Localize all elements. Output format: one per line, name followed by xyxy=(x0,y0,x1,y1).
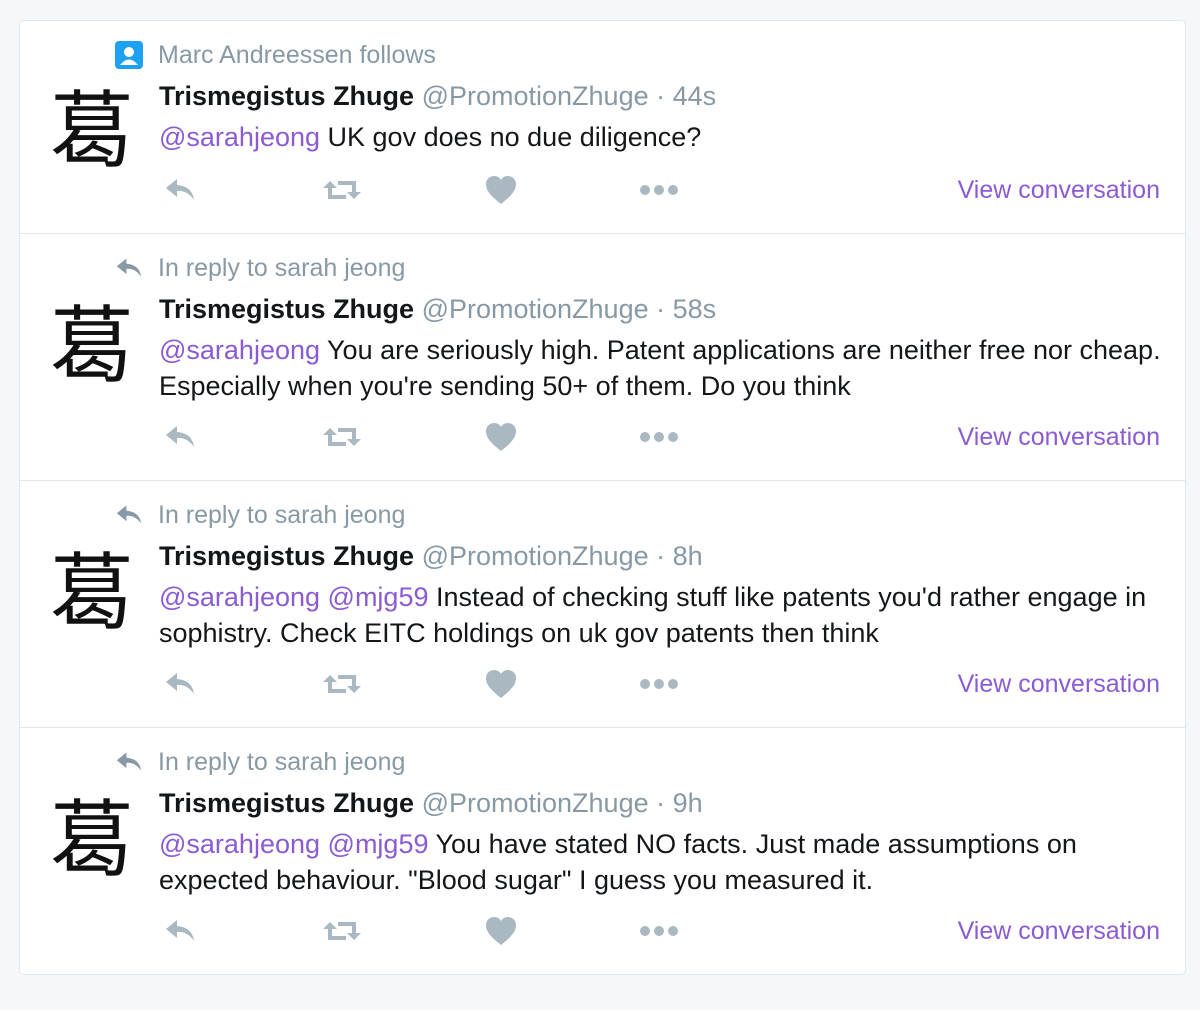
tweet-header: Trismegistus Zhuge @PromotionZhuge · 9h xyxy=(159,788,703,819)
tweet-header: Trismegistus Zhuge @PromotionZhuge · 58s xyxy=(159,294,716,325)
avatar[interactable]: 葛 xyxy=(50,83,134,179)
tweet-context: Marc Andreessen follows xyxy=(112,39,436,71)
tweet-timestamp[interactable]: 58s xyxy=(673,294,717,324)
avatar[interactable]: 葛 xyxy=(50,792,134,888)
reply-icon xyxy=(112,500,146,530)
mention-link[interactable]: @sarahjeong xyxy=(159,829,320,859)
tweet-context: In reply to sarah jeong xyxy=(112,252,405,284)
tweet-item[interactable]: Marc Andreessen follows 葛 Trismegistus Z… xyxy=(20,21,1185,233)
context-text: Marc Andreessen follows xyxy=(158,40,436,69)
tweet-timestamp[interactable]: 9h xyxy=(673,788,703,818)
person-icon xyxy=(112,40,146,70)
tweet-text: @sarahjeong @mjg59 You have stated NO fa… xyxy=(159,826,1169,898)
more-icon[interactable] xyxy=(639,420,679,454)
view-conversation-link[interactable]: View conversation xyxy=(958,173,1160,207)
tweet-actions: View conversation xyxy=(159,667,1185,701)
tweet-header: Trismegistus Zhuge @PromotionZhuge · 44s xyxy=(159,81,716,112)
tweet-item[interactable]: In reply to sarah jeong 葛 Trismegistus Z… xyxy=(20,480,1185,727)
mention-link[interactable]: @mjg59 xyxy=(328,829,429,859)
tweet-timeline: Marc Andreessen follows 葛 Trismegistus Z… xyxy=(19,20,1186,975)
tweet-body: UK gov does no due diligence? xyxy=(327,122,702,152)
tweet-text: @sarahjeong UK gov does no due diligence… xyxy=(159,119,1169,155)
more-icon[interactable] xyxy=(639,667,679,701)
tweet-timestamp[interactable]: 44s xyxy=(673,81,717,111)
mention-link[interactable]: @sarahjeong xyxy=(159,122,320,152)
tweet-item[interactable]: In reply to sarah jeong 葛 Trismegistus Z… xyxy=(20,727,1185,974)
author-name[interactable]: Trismegistus Zhuge xyxy=(159,788,414,818)
heart-icon[interactable] xyxy=(485,667,517,701)
heart-icon[interactable] xyxy=(485,914,517,948)
tweet-context: In reply to sarah jeong xyxy=(112,746,405,778)
author-handle[interactable]: @PromotionZhuge xyxy=(422,294,649,324)
author-handle[interactable]: @PromotionZhuge xyxy=(422,541,649,571)
retweet-icon[interactable] xyxy=(322,173,362,207)
author-name[interactable]: Trismegistus Zhuge xyxy=(159,541,414,571)
separator: · xyxy=(648,788,673,818)
heart-icon[interactable] xyxy=(485,420,517,454)
separator: · xyxy=(648,81,673,111)
reply-icon[interactable] xyxy=(163,420,197,454)
author-name[interactable]: Trismegistus Zhuge xyxy=(159,81,414,111)
retweet-icon[interactable] xyxy=(322,914,362,948)
author-handle[interactable]: @PromotionZhuge xyxy=(422,788,649,818)
tweet-timestamp[interactable]: 8h xyxy=(673,541,703,571)
tweet-context: In reply to sarah jeong xyxy=(112,499,405,531)
mention-link[interactable]: @sarahjeong xyxy=(159,335,320,365)
heart-icon[interactable] xyxy=(485,173,517,207)
tweet-item[interactable]: In reply to sarah jeong 葛 Trismegistus Z… xyxy=(20,233,1185,480)
tweet-text: @sarahjeong You are seriously high. Pate… xyxy=(159,332,1169,404)
more-icon[interactable] xyxy=(639,173,679,207)
context-text[interactable]: In reply to sarah jeong xyxy=(158,501,405,530)
separator: · xyxy=(648,541,673,571)
retweet-icon[interactable] xyxy=(322,420,362,454)
reply-icon[interactable] xyxy=(163,667,197,701)
reply-icon xyxy=(112,253,146,283)
separator: · xyxy=(648,294,673,324)
mention-link[interactable]: @mjg59 xyxy=(328,582,429,612)
view-conversation-link[interactable]: View conversation xyxy=(958,667,1160,701)
view-conversation-link[interactable]: View conversation xyxy=(958,914,1160,948)
reply-icon[interactable] xyxy=(163,173,197,207)
tweet-actions: View conversation xyxy=(159,420,1185,454)
tweet-text: @sarahjeong @mjg59 Instead of checking s… xyxy=(159,579,1169,651)
more-icon[interactable] xyxy=(639,914,679,948)
reply-icon xyxy=(112,747,146,777)
author-name[interactable]: Trismegistus Zhuge xyxy=(159,294,414,324)
tweet-header: Trismegistus Zhuge @PromotionZhuge · 8h xyxy=(159,541,703,572)
mention-link[interactable]: @sarahjeong xyxy=(159,582,320,612)
author-handle[interactable]: @PromotionZhuge xyxy=(422,81,649,111)
avatar[interactable]: 葛 xyxy=(50,298,134,394)
retweet-icon[interactable] xyxy=(322,667,362,701)
context-text[interactable]: In reply to sarah jeong xyxy=(158,748,405,777)
tweet-actions: View conversation xyxy=(159,173,1185,207)
reply-icon[interactable] xyxy=(163,914,197,948)
tweet-actions: View conversation xyxy=(159,914,1185,948)
avatar[interactable]: 葛 xyxy=(50,545,134,641)
context-text[interactable]: In reply to sarah jeong xyxy=(158,254,405,283)
view-conversation-link[interactable]: View conversation xyxy=(958,420,1160,454)
